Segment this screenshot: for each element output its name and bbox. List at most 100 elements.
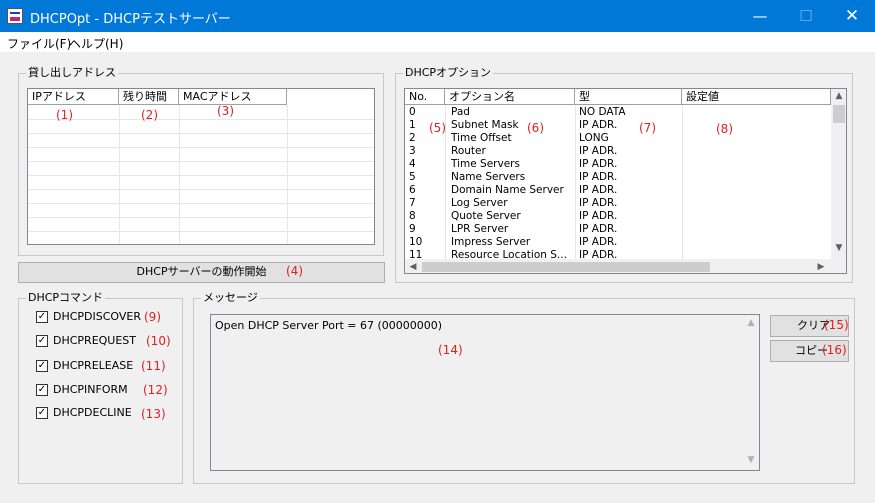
options-vscrollbar[interactable]: ▲ ▼ xyxy=(831,89,846,259)
annotation-4: (4) xyxy=(286,264,303,278)
option-type: IP ADR. xyxy=(579,236,618,248)
grid-line xyxy=(28,119,374,120)
option-name: Pad xyxy=(451,106,470,118)
checkbox[interactable]: ✓ xyxy=(36,407,48,419)
annotation-2: (2) xyxy=(141,108,158,122)
option-name: Name Servers xyxy=(451,171,526,183)
grid-line xyxy=(28,133,374,134)
checkbox[interactable]: ✓ xyxy=(36,360,48,372)
scroll-right-arrow[interactable]: ▶ xyxy=(813,262,829,272)
annotation-16: (16) xyxy=(822,343,847,357)
annotation-8: (8) xyxy=(716,122,733,136)
scroll-up-arrow[interactable]: ▲ xyxy=(743,318,759,328)
annotation-1: (1) xyxy=(56,108,73,122)
window-title: DHCPOpt - DHCPテストサーバー xyxy=(30,12,231,27)
options-col-type[interactable]: 型 xyxy=(575,89,682,105)
annotation-6: (6) xyxy=(527,121,544,135)
option-name: Subnet Mask xyxy=(451,119,519,131)
app-icon xyxy=(7,8,23,24)
option-type: IP ADR. xyxy=(579,119,618,131)
menu-bar: ファイル(F) ヘルプ(H) xyxy=(0,32,875,52)
options-list[interactable]: No. オプション名 型 設定値 0 Pad NO DATA 1 Subnet Mask… xyxy=(404,88,847,274)
options-col-no[interactable]: No. xyxy=(405,89,445,105)
check-label: DHCPDECLINE xyxy=(53,406,132,419)
vscroll-thumb[interactable] xyxy=(833,105,845,123)
lease-col-mac[interactable]: MACアドレス xyxy=(179,89,287,105)
grid-line xyxy=(28,231,374,232)
option-type: IP ADR. xyxy=(579,210,618,222)
option-no: 8 xyxy=(409,210,416,222)
close-button[interactable]: ✕ xyxy=(829,0,875,32)
message-vscrollbar[interactable]: ▲ ▼ xyxy=(743,315,759,470)
grid-line xyxy=(682,105,683,260)
scroll-left-arrow[interactable]: ◀ xyxy=(405,262,421,272)
minimize-button[interactable]: — xyxy=(737,0,783,32)
annotation-12: (12) xyxy=(143,383,168,397)
annotation-11: (11) xyxy=(141,359,166,373)
annotation-14: (14) xyxy=(438,343,463,357)
option-type: NO DATA xyxy=(579,106,626,118)
option-no: 7 xyxy=(409,197,416,209)
scroll-down-arrow[interactable]: ▼ xyxy=(831,243,846,253)
checkbox[interactable]: ✓ xyxy=(36,335,48,347)
options-col-value[interactable]: 設定値 xyxy=(682,89,831,105)
message-text: Open DHCP Server Port = 67 (00000000) xyxy=(215,319,443,332)
grid-line xyxy=(28,217,374,218)
annotation-15: (15) xyxy=(824,318,849,332)
menu-help[interactable]: ヘルプ(H) xyxy=(69,35,123,52)
options-col-name[interactable]: オプション名 xyxy=(445,89,575,105)
commands-group-label: DHCPコマンド xyxy=(26,291,106,305)
start-server-button[interactable]: DHCPサーバーの動作開始 xyxy=(18,262,385,283)
option-no: 0 xyxy=(409,106,416,118)
annotation-7: (7) xyxy=(639,121,656,135)
grid-line xyxy=(28,203,374,204)
lease-col-remaining[interactable]: 残り時間 xyxy=(119,89,179,105)
lease-list[interactable]: IPアドレス 残り時間 MACアドレス xyxy=(27,88,375,245)
scroll-down-arrow[interactable]: ▼ xyxy=(743,455,759,465)
maximize-button[interactable]: ☐ xyxy=(783,0,829,32)
grid-line xyxy=(575,105,576,260)
grid-line xyxy=(28,161,374,162)
annotation-10: (10) xyxy=(146,334,171,348)
checkbox[interactable]: ✓ xyxy=(36,384,48,396)
lease-col-ip[interactable]: IPアドレス xyxy=(28,89,119,105)
options-group-label: DHCPオプション xyxy=(403,66,494,80)
messages-group-label: メッセージ xyxy=(201,291,260,305)
annotation-5: (5) xyxy=(429,121,446,135)
annotation-9: (9) xyxy=(144,310,161,324)
option-name: Log Server xyxy=(451,197,508,209)
grid-line xyxy=(28,147,374,148)
scroll-up-arrow[interactable]: ▲ xyxy=(831,91,846,101)
message-log[interactable]: Open DHCP Server Port = 67 (00000000) ▲ … xyxy=(210,314,760,471)
option-name: Router xyxy=(451,145,486,157)
option-name: Domain Name Server xyxy=(451,184,564,196)
option-no: 10 xyxy=(409,236,423,248)
hscroll-thumb[interactable] xyxy=(422,262,710,272)
option-name: Impress Server xyxy=(451,236,531,248)
scroll-corner xyxy=(831,259,846,273)
check-label: DHCPRELEASE xyxy=(53,359,134,372)
annotation-13: (13) xyxy=(141,407,166,421)
menu-file[interactable]: ファイル(F) xyxy=(7,35,71,52)
check-label: DHCPDISCOVER xyxy=(53,310,142,323)
option-type: IP ADR. xyxy=(579,197,618,209)
annotation-3: (3) xyxy=(217,104,234,118)
option-name: Time Servers xyxy=(451,158,520,170)
options-hscrollbar[interactable]: ◀ ▶ xyxy=(405,259,831,273)
option-name: Quote Server xyxy=(451,210,521,222)
option-type: IP ADR. xyxy=(579,223,618,235)
option-name: Time Offset xyxy=(451,132,512,144)
option-type: IP ADR. xyxy=(579,184,618,196)
check-label: DHCPINFORM xyxy=(53,383,128,396)
checkbox[interactable]: ✓ xyxy=(36,311,48,323)
option-no: 5 xyxy=(409,171,416,183)
grid-line xyxy=(28,189,374,190)
option-name: LPR Server xyxy=(451,223,509,235)
option-type: LONG xyxy=(579,132,609,144)
option-no: 6 xyxy=(409,184,416,196)
option-type: IP ADR. xyxy=(579,145,618,157)
option-type: IP ADR. xyxy=(579,158,618,170)
option-no: 9 xyxy=(409,223,416,235)
option-type: IP ADR. xyxy=(579,171,618,183)
lease-group-label: 貸し出しアドレス xyxy=(26,66,118,80)
